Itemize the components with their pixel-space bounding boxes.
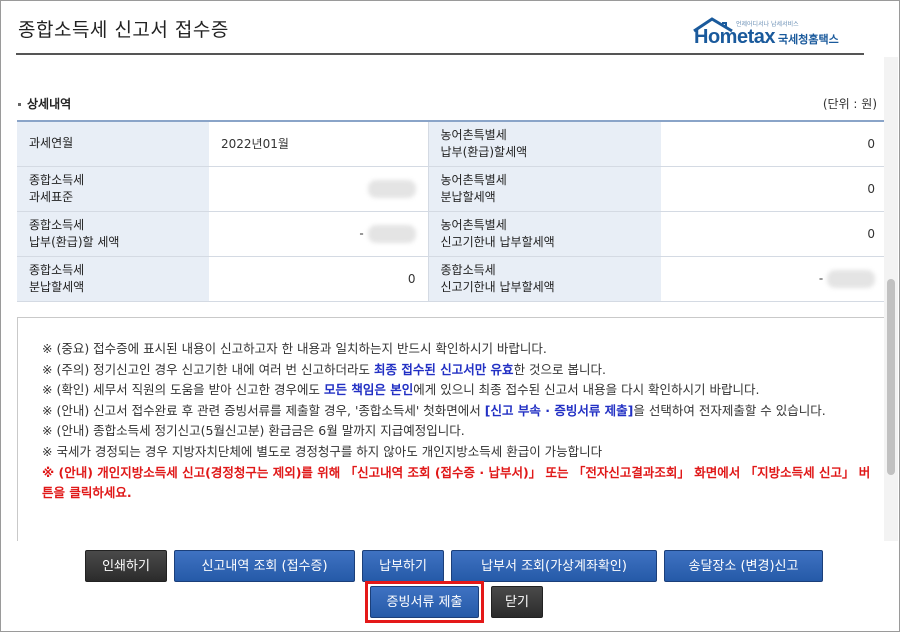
notice-line: ※ (중요) 접수증에 표시된 내용이 신고하고자 한 내용과 일치하는지 반드… [42,341,547,356]
row-label: 농어촌특별세 분납할세액 [427,166,661,212]
header: 종합소득세 신고서 접수증 언제어디서나 납세서비스 Hometax 국세청홈택… [16,1,864,55]
redacted-value [367,179,416,198]
table-row: 과세연월 2022년01월 농어촌특별세 납부(환급)할세액 0 [17,121,885,167]
redacted-value [827,269,875,288]
detail-table: 과세연월 2022년01월 농어촌특별세 납부(환급)할세액 0 종합소득세 과세표준 … [17,120,885,302]
history-button[interactable]: 신고내역 조회 (접수증) [174,550,355,582]
vertical-scrollbar[interactable] [884,57,898,541]
row-label: 과세연월 [17,121,209,167]
row-value: - [661,256,885,302]
page-title: 종합소득세 신고서 접수증 [18,19,229,41]
row-value: 2022년01월 [209,121,428,167]
redacted-value [367,224,416,243]
notice-line: ※ (안내) 종합소득세 정기신고(5월신고분) 환급금은 6월 말까지 지급예… [42,423,465,439]
unit-label: (단위 : 원) [822,97,877,111]
notice-box: ※ (중요) 접수증에 표시된 내용이 신고하고자 한 내용과 일치하는지 반드… [17,317,885,541]
content-scroll-area: 상세내역 (단위 : 원) 과세연월 2022년01월 농어촌특별세 납부(환급)할… [1,57,885,541]
row-value [209,166,428,212]
scroll-thumb[interactable] [887,279,895,475]
hometax-logo: 언제어디서나 납세서비스 Hometax 국세청홈택스 [692,17,862,48]
table-row: 종합소득세 과세표준 농어촌특별세 분납할세액 0 [17,166,885,212]
bill-lookup-button[interactable]: 납부서 조회(가상계좌확인) [451,550,657,582]
row-label: 농어촌특별세 납부(환급)할세액 [427,121,661,167]
row-label: 종합소득세 신고기한내 납부할세액 [427,256,661,302]
row-label: 농어촌특별세 신고기한내 납부할세액 [427,211,661,257]
row-value: 0 [661,166,885,212]
notice-line-red: ※ (안내) 개인지방소득세 신고(경정청구는 제외)를 위해 「신고내역 조회… [42,464,871,501]
row-value: - [209,211,428,257]
section-title: 상세내역 [18,95,71,112]
notice-line: ※ (확인) 세무서 직원의 도움을 받아 신고한 경우에도 모든 책임은 본인… [42,382,760,398]
bullet-icon [18,103,21,106]
delivery-address-button[interactable]: 송달장소 (변경)신고 [664,550,823,582]
row-label: 종합소득세 과세표준 [17,166,209,212]
row-value: 0 [661,211,885,257]
notice-line: ※ (안내) 신고서 접수완료 후 관련 증빙서류를 제출할 경우, '종합소득… [42,402,826,418]
submit-documents-button[interactable]: 증빙서류 제출 [370,586,479,618]
table-row: 종합소득세 분납할세액 0 종합소득세 신고기한내 납부할세액 - [17,256,885,302]
row-value: 0 [209,256,428,302]
table-row: 종합소득세 납부(환급)할 세액 - 농어촌특별세 신고기한내 납부할세액 0 [17,211,885,257]
notice-line: ※ 국세가 경정되는 경우 지방자치단체에 별도로 경정청구를 하지 않아도 개… [42,443,603,459]
pay-button[interactable]: 납부하기 [362,550,444,582]
logo-wordmark: Hometax [694,26,775,48]
close-button[interactable]: 닫기 [491,586,543,618]
print-button[interactable]: 인쇄하기 [85,550,167,582]
button-bar: 인쇄하기 신고내역 조회 (접수증) 납부하기 납부서 조회(가상계좌확인) 송… [1,541,899,631]
receipt-window: 종합소득세 신고서 접수증 언제어디서나 납세서비스 Hometax 국세청홈택… [0,0,900,632]
notice-line: ※ (주의) 정기신고인 경우 신고기한 내에 여러 번 신고하더라도 최종 접… [42,361,606,377]
logo-subtitle: 국세청홈택스 [778,33,839,46]
row-label: 종합소득세 납부(환급)할 세액 [17,211,209,257]
row-label: 종합소득세 분납할세액 [17,256,209,302]
row-value: 0 [661,121,885,167]
